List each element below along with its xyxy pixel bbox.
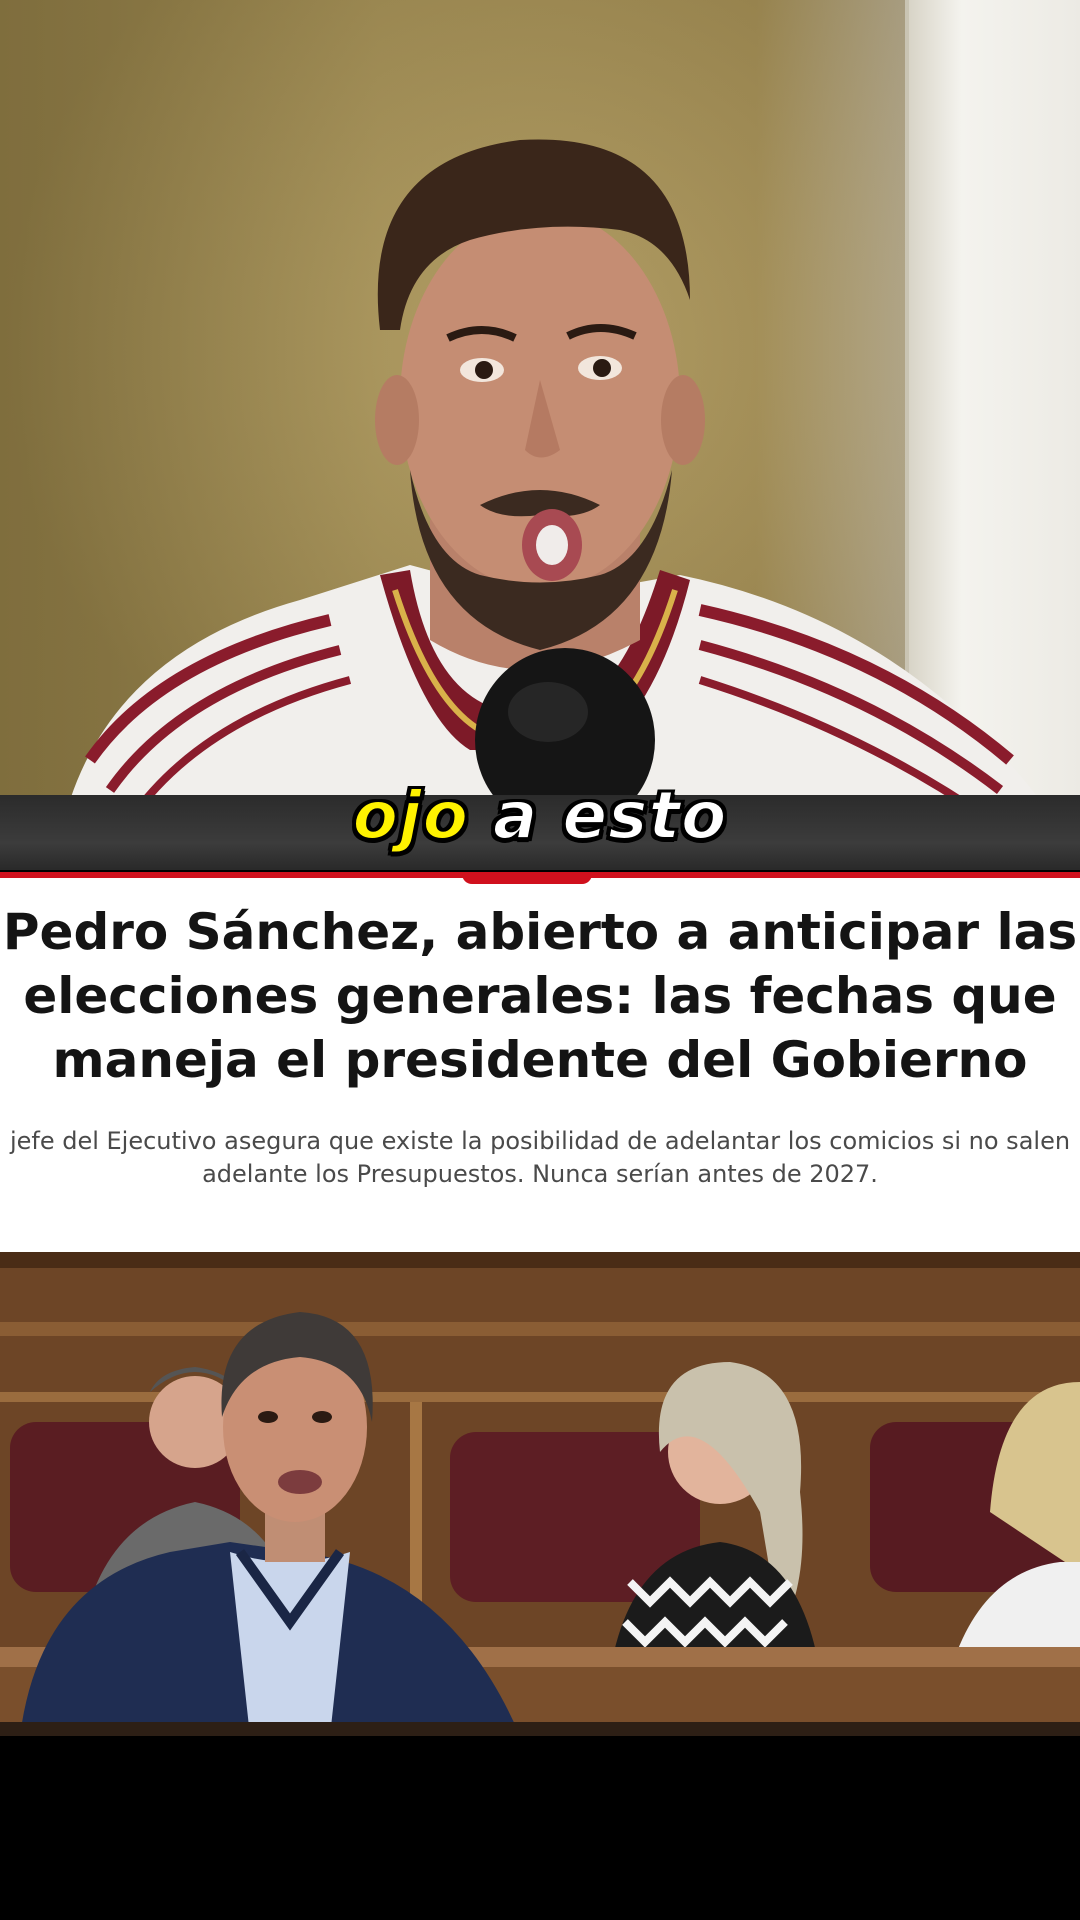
bottom-letterbox: [0, 1736, 1080, 1920]
headline-line: Pedro Sánchez, abierto a anticipar las: [2, 903, 1078, 961]
video-frame: ojo a esto Pedro Sánchez, abierto a anti…: [0, 0, 1080, 1920]
subhead-line: jefe del Ejecutivo asegura que existe la…: [9, 1127, 1071, 1155]
headline-line: maneja el presidente del Gobierno: [52, 1031, 1028, 1089]
article-headline: Pedro Sánchez, abierto a anticipar las e…: [0, 900, 1080, 1092]
presenter-figure: [70, 139, 1040, 870]
article-photo: [0, 1252, 1080, 1736]
caption-highlight-word: ojo: [352, 777, 469, 854]
headline-line: elecciones generales: las fechas que: [23, 967, 1057, 1025]
caption-rest-text: a esto: [492, 777, 728, 854]
subhead-line: adelante los Presupuestos. Nunca serían …: [202, 1160, 878, 1188]
caption-subtitle: ojo a esto: [0, 777, 1080, 854]
parliament-scene: [0, 1252, 1080, 1736]
presenter-video[interactable]: ojo a esto: [0, 0, 1080, 870]
article-subheadline: jefe del Ejecutivo asegura que existe la…: [0, 1125, 1080, 1191]
article-accent-tab: [462, 872, 592, 884]
